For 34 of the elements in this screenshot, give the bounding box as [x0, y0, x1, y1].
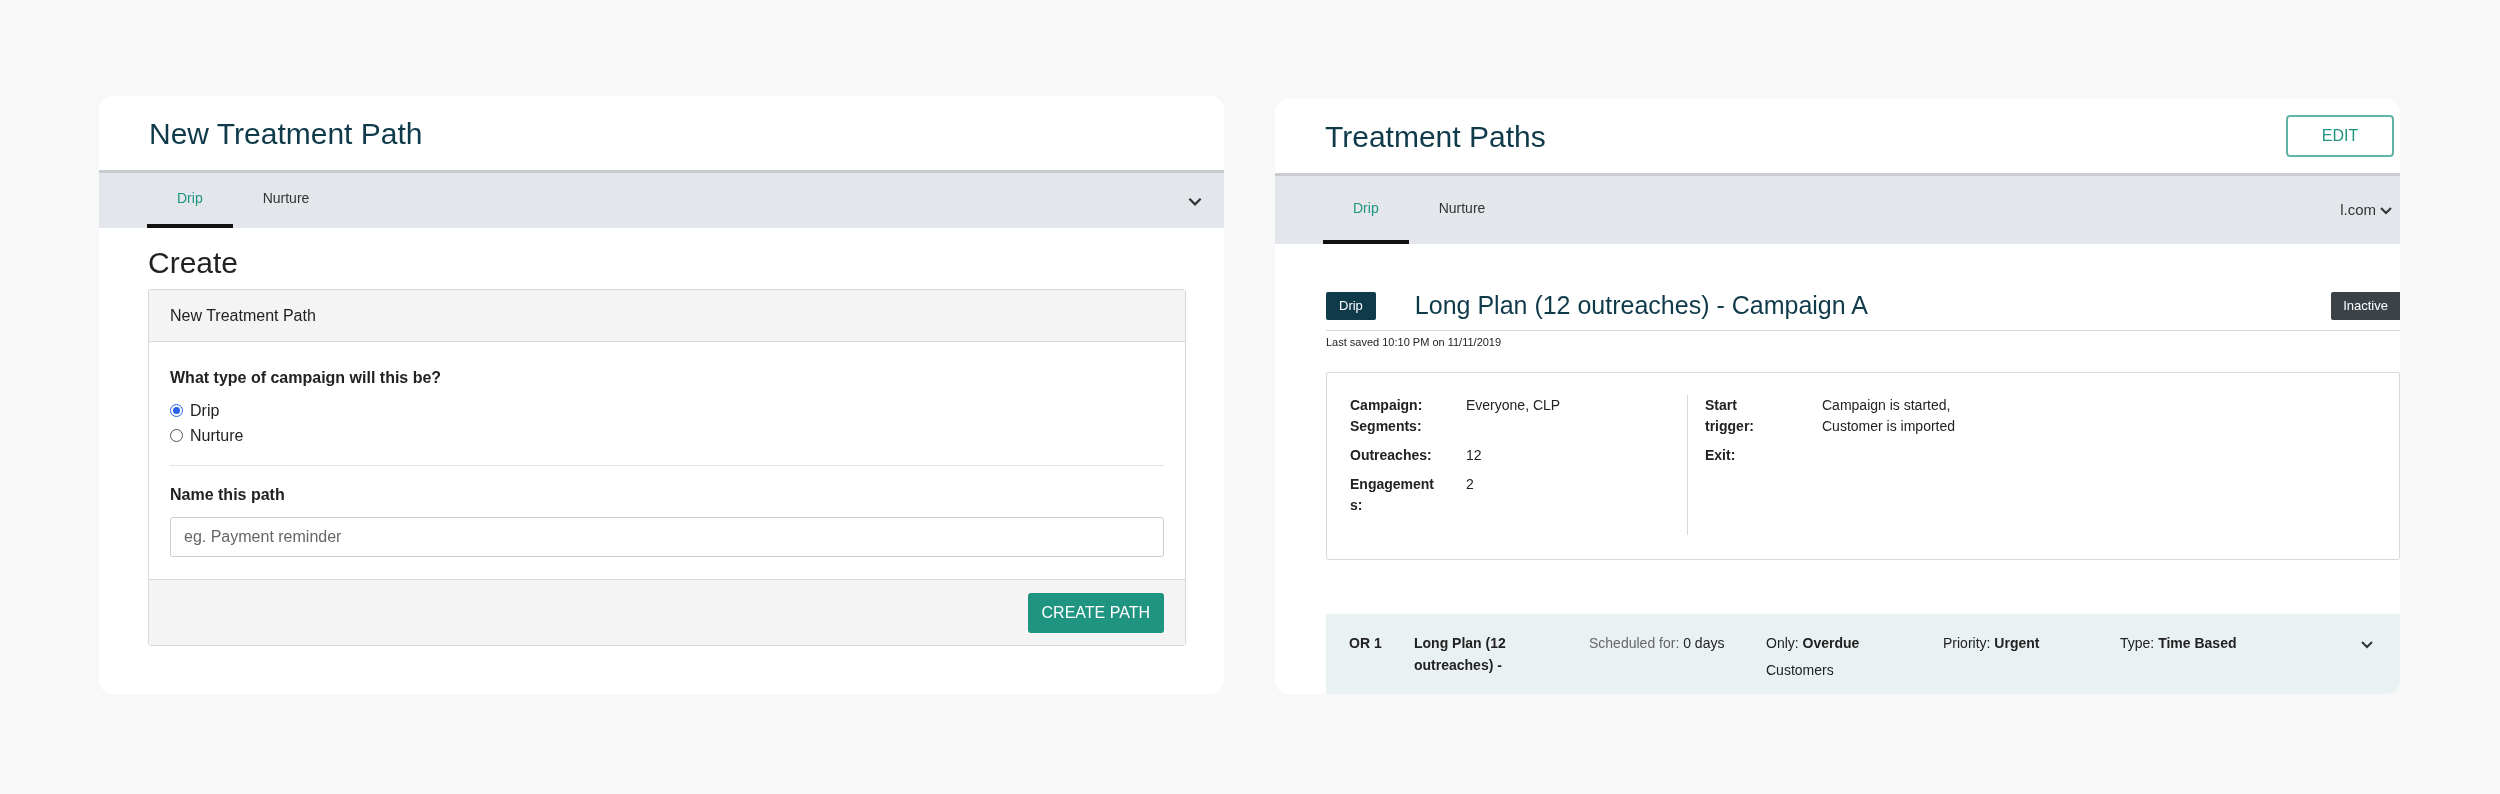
input-field[interactable]: eg. Payment reminder: [170, 517, 1164, 557]
outreach-detail: Priority: Urgent: [1943, 633, 2041, 653]
create-path-button[interactable]: CREATE PATH: [1027, 592, 1164, 633]
outreach-detail: Only: Overdue Customers: [1766, 633, 1861, 680]
page-title: Treatment Paths: [1325, 118, 1546, 155]
detail-value: Campaign is started, Customer is imported: [1822, 395, 1957, 436]
outreach-detail: Scheduled for: 0 days: [1589, 633, 1726, 653]
detail-label: Outreaches:: [1350, 445, 1433, 465]
path-title: Long Plan (12 outreaches) - Campaign A: [1414, 290, 1868, 322]
field-label: Name this path: [170, 485, 286, 505]
outreach-row[interactable]: OR 1 Long Plan (12 outreaches) - Scheduled for: 0 days Only: Overdue Customers Priority: Urgent Type: Time Based: [1326, 613, 2400, 694]
tab[interactable]: Nurture: [1408, 176, 1516, 244]
detail-value: 12: [1466, 445, 1483, 465]
tab[interactable]: Nurture: [232, 173, 340, 228]
detail-label: Exit:: [1705, 445, 1737, 465]
panel-header: New Treatment Path: [149, 290, 1185, 342]
detail-value: 2: [1466, 474, 1475, 494]
status-badge: Inactive: [2331, 292, 2400, 320]
outreach-name: Long Plan (12 outreaches) -: [1414, 633, 1507, 675]
detail-value: Everyone, CLP: [1466, 395, 1562, 415]
page-title: New Treatment Path: [149, 115, 423, 152]
outreach-id: OR 1: [1349, 633, 1383, 653]
detail-label: Start trigger:: [1705, 395, 1755, 436]
question-label: What type of campaign will this be?: [170, 368, 443, 388]
type-badge: Drip: [1326, 292, 1376, 320]
edit-button[interactable]: EDIT: [2286, 115, 2394, 157]
section-heading: Create: [148, 245, 240, 281]
radio-option[interactable]: Nurture: [170, 423, 1164, 448]
last-saved-text: Last saved 10:10 PM on 11/11/2019: [1326, 335, 1503, 350]
account-menu[interactable]: l.com: [2340, 198, 2394, 222]
radio-option[interactable]: Drip: [170, 398, 1164, 423]
detail-label: Engagements:: [1350, 474, 1434, 515]
detail-label: Campaign: Segments:: [1350, 395, 1424, 436]
outreach-detail: Type: Time Based: [2120, 633, 2238, 653]
